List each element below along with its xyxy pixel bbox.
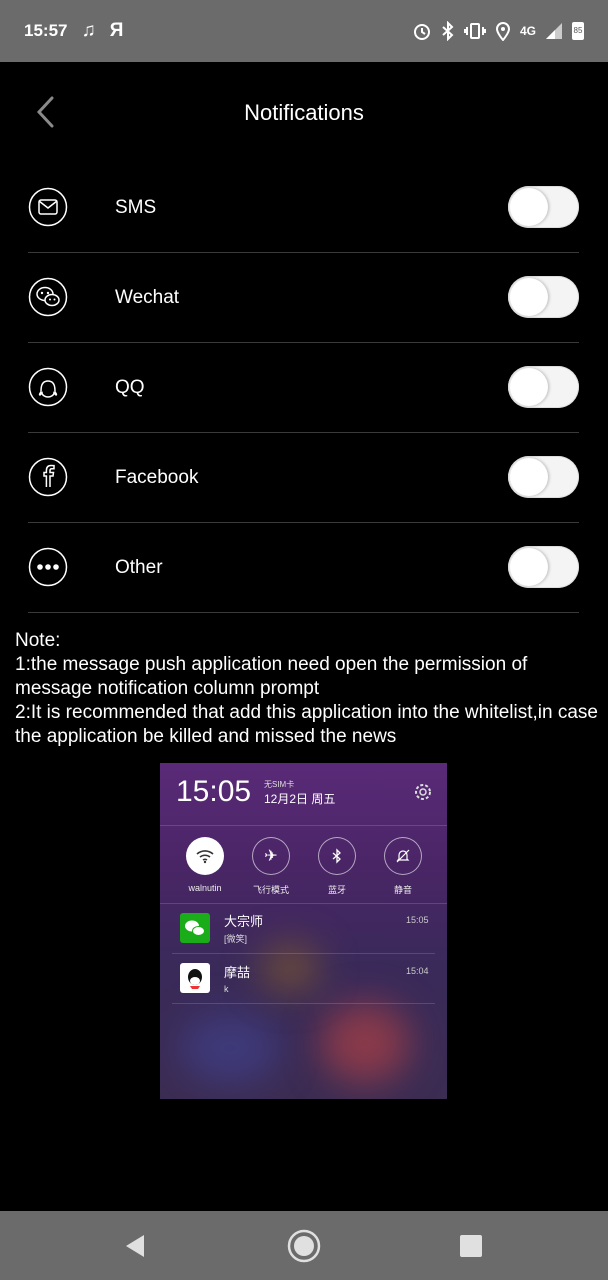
divider — [172, 953, 435, 954]
list-item-other: Other — [28, 523, 579, 613]
airplane-toggle: ✈ — [252, 837, 290, 875]
network-type: 4G — [519, 24, 536, 38]
notification-shade-preview-image: 15:05 无SIM卡 12月2日 周五 ✈ walnutin 飞行模式 蓝牙 … — [160, 763, 447, 1099]
blur-blob — [320, 1003, 410, 1083]
sms-label: SMS — [115, 197, 157, 218]
facebook-icon — [28, 457, 68, 497]
qq-app-icon — [180, 963, 210, 993]
qs-label-mute: 静音 — [393, 885, 412, 895]
wechat-icon — [28, 277, 68, 317]
airplane-icon: ✈ — [264, 848, 278, 865]
note-text: Note: 1:the message push application nee… — [15, 629, 600, 749]
divider — [160, 825, 447, 826]
list-item-qq: QQ — [28, 343, 579, 433]
list-item-sms: SMS — [28, 163, 579, 253]
list-item-wechat: Wechat — [28, 253, 579, 343]
qq-toggle[interactable] — [508, 366, 579, 408]
wechat-app-icon — [180, 913, 210, 943]
music-note-icon: ♫ — [81, 20, 96, 41]
preview-notif-time: 15:05 — [406, 915, 429, 925]
back-triangle-icon[interactable] — [118, 1229, 152, 1263]
gear-icon — [415, 784, 431, 800]
more-icon — [28, 547, 68, 587]
note-line-1: 1:the message push application need open… — [15, 654, 528, 699]
other-toggle[interactable] — [508, 546, 579, 588]
header: Notifications — [0, 62, 608, 162]
wechat-logo-icon — [185, 920, 205, 936]
battery-icon: 85 — [572, 22, 584, 40]
toggle-knob — [510, 548, 548, 586]
preview-clock: 15:05 — [176, 775, 252, 808]
facebook-toggle[interactable] — [508, 456, 579, 498]
preview-sim-status: 无SIM卡 — [264, 780, 295, 789]
signal-icon — [546, 23, 562, 39]
ya-icon: Я — [109, 20, 124, 41]
blur-blob — [180, 1013, 280, 1083]
blur-blob — [260, 943, 320, 993]
preview-notif-title: 大宗师 — [224, 914, 264, 929]
note-line-2: 2:It is recommended that add this applic… — [15, 702, 598, 747]
status-time: 15:57 — [24, 21, 68, 40]
bluetooth-icon — [442, 21, 454, 41]
toggle-knob — [510, 188, 548, 226]
status-bar: 15:57 ♫ Я 4G 85 — [0, 0, 608, 62]
mail-icon — [28, 187, 68, 227]
mute-icon — [396, 849, 410, 863]
notification-settings-list: SMS Wechat QQ Facebook Other — [28, 163, 579, 613]
alarm-icon — [413, 24, 430, 40]
wifi-icon — [196, 850, 214, 864]
qs-label-airplane: 飞行模式 — [252, 885, 289, 895]
preview-notif-title: 摩喆 — [224, 965, 251, 980]
preview-notif-subtitle: [微笑] — [224, 934, 248, 944]
location-icon — [495, 22, 510, 41]
qs-label-wifi: walnutin — [188, 883, 222, 893]
wechat-toggle[interactable] — [508, 276, 579, 318]
qq-logo-icon — [188, 969, 202, 989]
wechat-label: Wechat — [115, 287, 180, 308]
other-label: Other — [115, 557, 163, 578]
note-heading: Note: — [15, 630, 61, 651]
mute-toggle — [384, 837, 422, 875]
toggle-knob — [510, 458, 548, 496]
status-icons: 4G 85 — [412, 21, 584, 41]
qq-label: QQ — [115, 377, 145, 398]
page-title: Notifications — [244, 100, 364, 125]
divider — [172, 1003, 435, 1004]
bluetooth-icon — [332, 848, 341, 864]
qs-label-bluetooth: 蓝牙 — [327, 885, 346, 895]
divider — [160, 903, 447, 904]
preview-date: 12月2日 周五 — [264, 792, 336, 806]
sms-toggle[interactable] — [508, 186, 579, 228]
toggle-knob — [510, 368, 548, 406]
preview-notif-subtitle: k — [224, 984, 229, 994]
navigation-bar — [0, 1211, 608, 1280]
home-circle-icon[interactable] — [287, 1229, 321, 1263]
vibrate-icon — [463, 23, 486, 39]
facebook-label: Facebook — [115, 467, 199, 488]
wifi-toggle — [186, 837, 224, 875]
list-item-facebook: Facebook — [28, 433, 579, 523]
bluetooth-toggle — [318, 837, 356, 875]
qq-icon — [28, 367, 68, 407]
battery-level: 85 — [573, 26, 583, 35]
recents-square-icon[interactable] — [454, 1229, 488, 1263]
preview-notif-time: 15:04 — [406, 966, 429, 976]
toggle-knob — [510, 278, 548, 316]
